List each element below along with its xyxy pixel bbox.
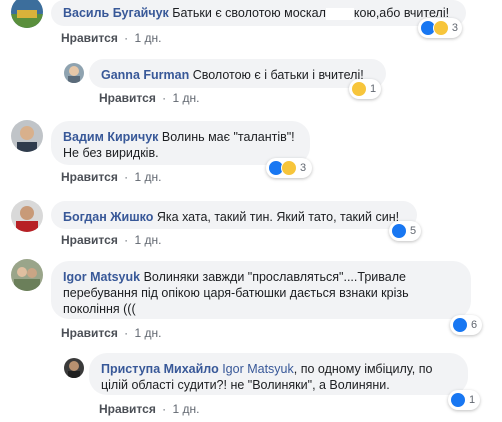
comment-actions: Нравится · 1 дн. — [61, 170, 162, 184]
timestamp[interactable]: 1 дн. — [173, 91, 200, 105]
like-button[interactable]: Нравится — [61, 233, 118, 247]
like-button[interactable]: Нравится — [61, 170, 118, 184]
avatar[interactable] — [64, 358, 84, 378]
comment-author[interactable]: Igor Matsyuk — [63, 270, 140, 284]
comment-text: Волинь має "талантів"! — [161, 130, 295, 144]
comment-actions: Нравится · 1 дн. — [61, 31, 162, 45]
timestamp[interactable]: 1 дн. — [173, 402, 200, 416]
avatar[interactable] — [64, 63, 84, 83]
comment-bubble: Василь Бугайчук Батьки є сволотою москал… — [51, 0, 466, 26]
comment-actions: Нравится · 1 дн. — [99, 91, 200, 105]
comment-text: Волиняки завжди "прославляться"....Трива… — [143, 270, 406, 284]
comment-text: , по одному імбіцилу, по — [293, 362, 433, 376]
avatar[interactable] — [11, 120, 43, 152]
comment-bubble: Igor Matsyuk Волиняки завжди "прославлят… — [51, 261, 471, 319]
timestamp[interactable]: 1 дн. — [135, 326, 162, 340]
like-button[interactable]: Нравится — [99, 402, 156, 416]
comment-author[interactable]: Приступа Михайло — [101, 362, 219, 376]
like-button[interactable]: Нравится — [99, 91, 156, 105]
comment-actions: Нравится · 1 дн. — [99, 402, 200, 416]
redaction-mark — [325, 7, 354, 20]
reaction-summary[interactable]: 3 — [266, 158, 312, 178]
comment-bubble: Приступа Михайло Igor Matsyuk, по одному… — [89, 353, 468, 395]
comment-author[interactable]: Вадим Киричук — [63, 130, 158, 144]
wow-reaction-icon — [432, 20, 449, 36]
comment-bubble: Ganna Furman Сволотою є і батьки і вчите… — [89, 59, 386, 88]
like-reaction-icon — [452, 317, 468, 333]
comment-actions: Нравится · 1 дн. — [61, 326, 162, 340]
avatar[interactable] — [11, 200, 43, 232]
comment-author[interactable]: Богдан Жишко — [63, 210, 153, 224]
reaction-summary[interactable]: 1 — [349, 79, 381, 99]
comment-text: Сволотою є і батьки і вчителі! — [192, 68, 364, 82]
like-reaction-icon — [391, 223, 407, 239]
comment-bubble: Богдан Жишко Яка хата, такий тин. Який т… — [51, 201, 417, 229]
comment-text-line: цілій області судити?! не "Волиняки", а … — [101, 378, 390, 392]
comment-actions: Нравится · 1 дн. — [61, 233, 162, 247]
haha-reaction-icon — [281, 160, 297, 176]
comment-author[interactable]: Василь Бугайчук — [63, 6, 169, 20]
timestamp[interactable]: 1 дн. — [135, 170, 162, 184]
reaction-summary[interactable]: 1 — [448, 390, 480, 410]
reaction-summary[interactable]: 6 — [450, 315, 482, 335]
avatar[interactable] — [11, 259, 43, 291]
reaction-summary[interactable]: 5 — [389, 221, 421, 241]
like-button[interactable]: Нравится — [61, 326, 118, 340]
timestamp[interactable]: 1 дн. — [135, 233, 162, 247]
comment-text-line: перебування під опікою царя-батюшки даєт… — [63, 286, 409, 300]
comment-author[interactable]: Ganna Furman — [101, 68, 189, 82]
like-button[interactable]: Нравится — [61, 31, 118, 45]
like-reaction-icon — [450, 392, 466, 408]
avatar[interactable] — [11, 0, 43, 28]
comment-text-line: покоління ((( — [63, 302, 136, 316]
comment-text-line: Не без виридків. — [63, 146, 159, 160]
reaction-summary[interactable]: 3 — [418, 18, 462, 38]
wow-reaction-icon — [351, 81, 367, 97]
comment-text: Батьки є сволотою москал — [172, 6, 326, 20]
mention-link[interactable]: Igor Matsyuk — [222, 362, 294, 376]
comment-text: Яка хата, такий тин. Який тато, такий си… — [156, 210, 400, 224]
timestamp[interactable]: 1 дн. — [135, 31, 162, 45]
